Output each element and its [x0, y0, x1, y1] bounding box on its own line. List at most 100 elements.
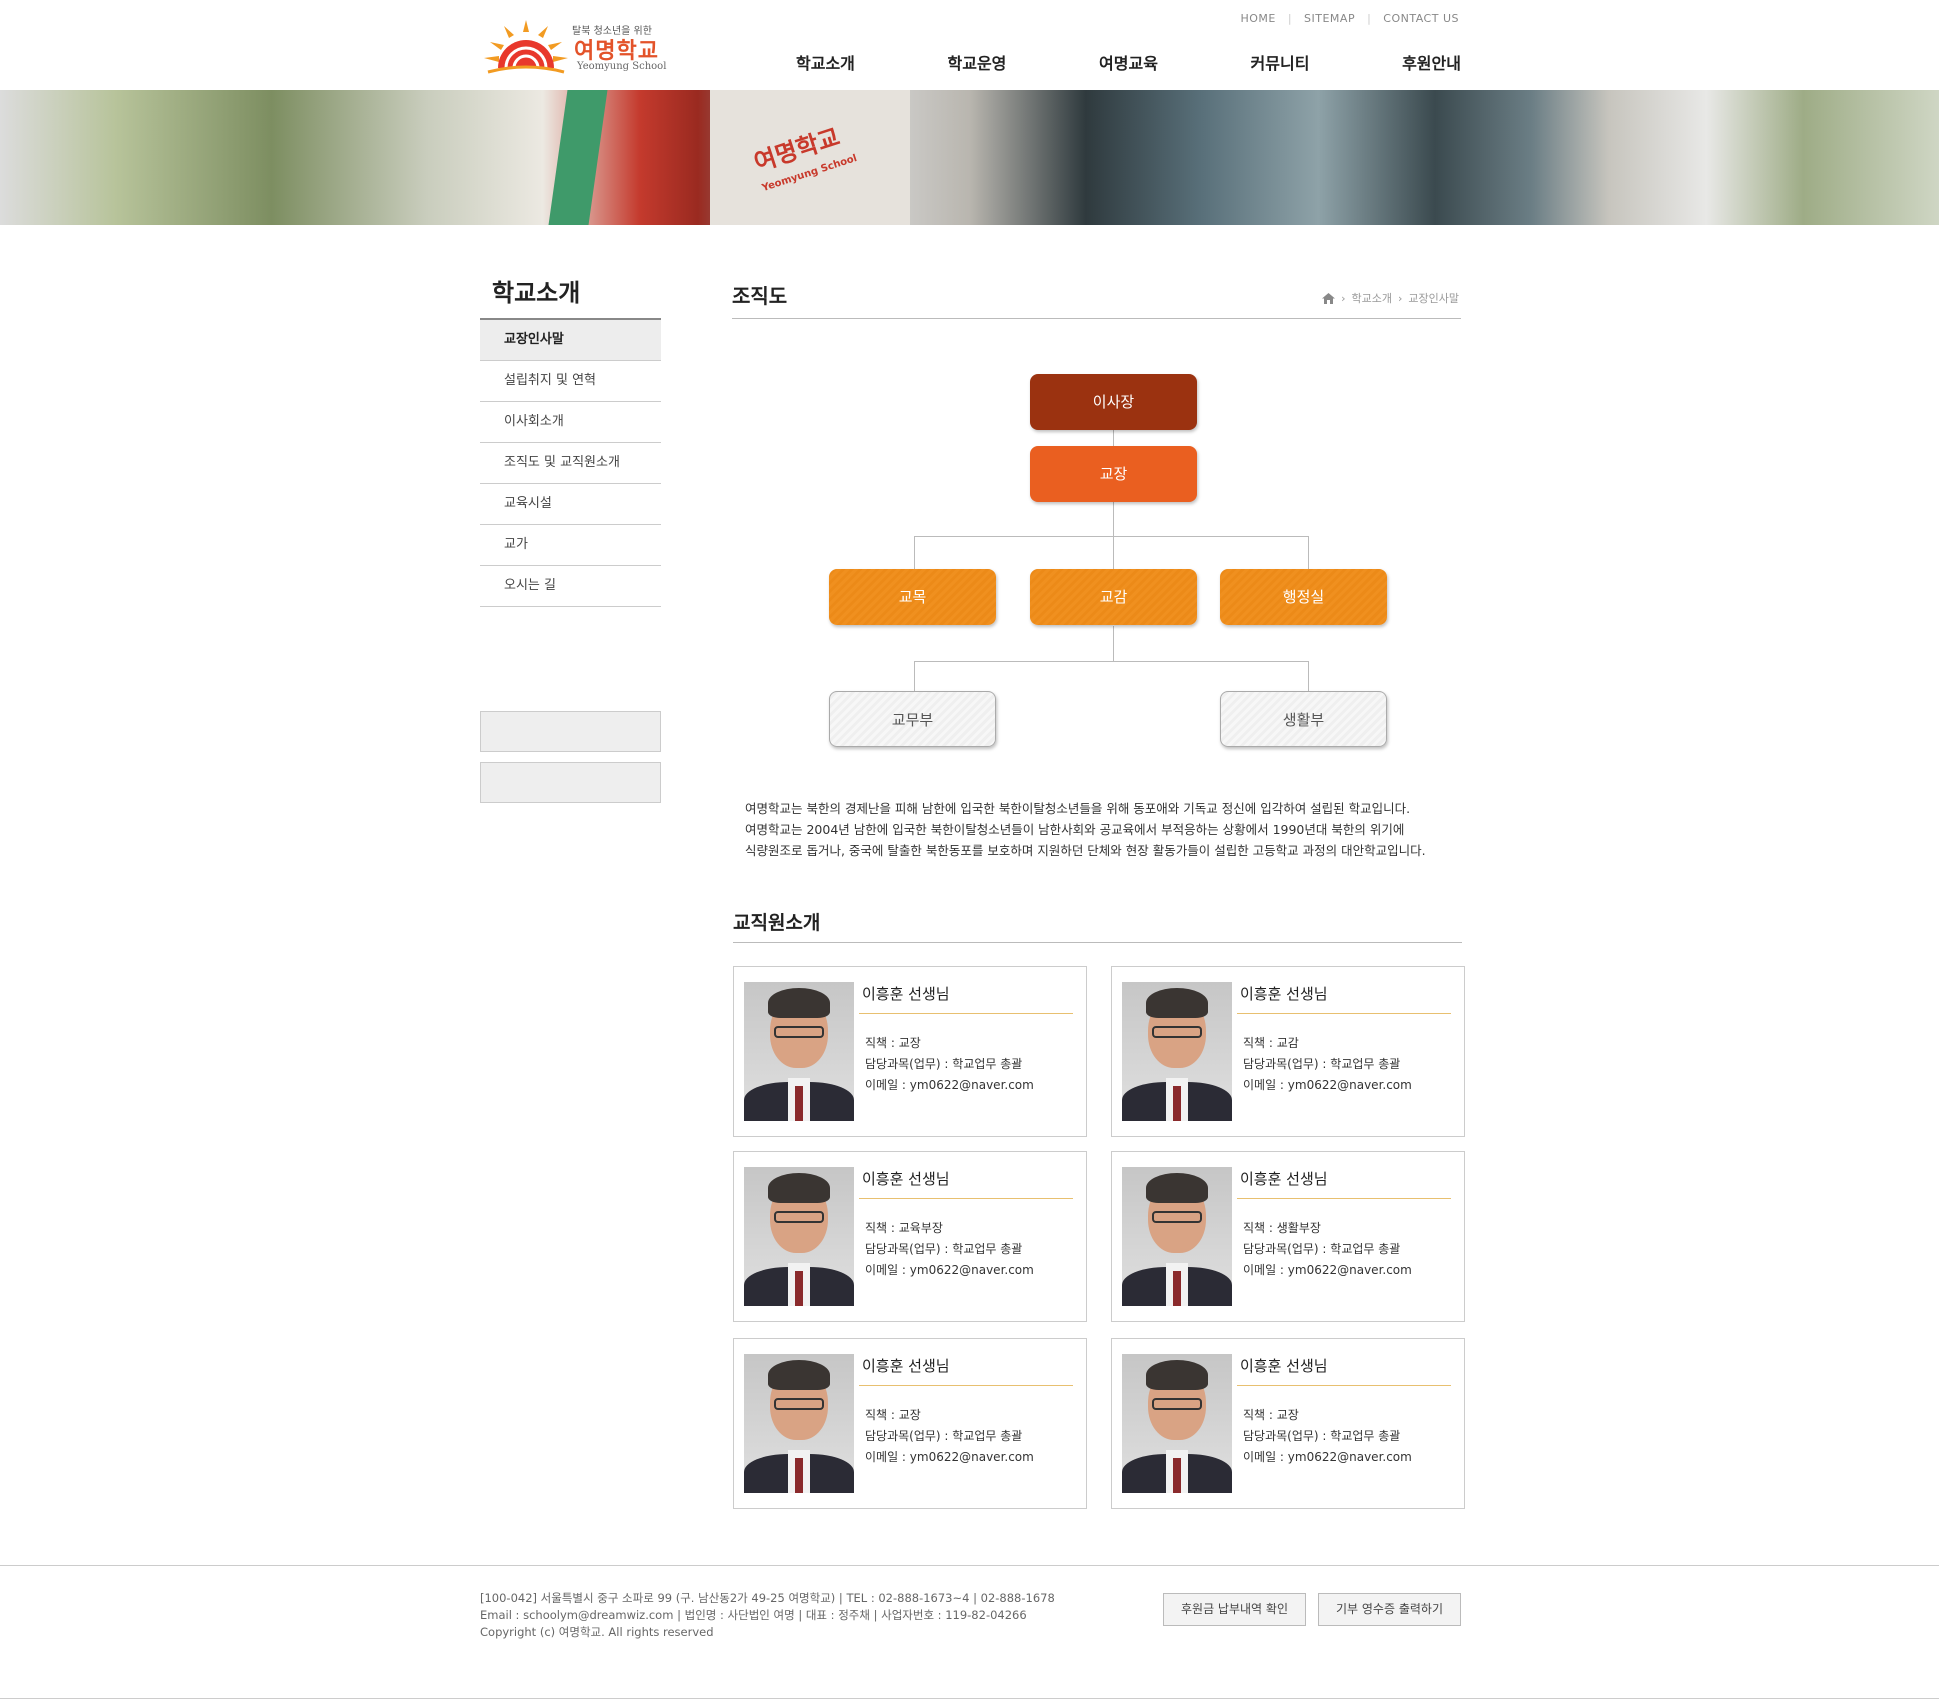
sidebar-item-directions[interactable]: 오시는 길 [480, 566, 661, 607]
staff-card: 이흥훈 선생님 직책 : 교육부장 담당과목(업무) : 학교업무 총괄 이메일… [733, 1151, 1087, 1322]
staff-photo [1122, 1167, 1232, 1306]
staff-subject: 담당과목(업무) : 학교업무 총괄 [865, 1242, 1023, 1256]
sidebar-item-school-song[interactable]: 교가 [480, 525, 661, 566]
staff-subject: 담당과목(업무) : 학교업무 총괄 [1243, 1429, 1401, 1443]
home-link[interactable]: HOME [1240, 12, 1275, 25]
staff-card: 이흥훈 선생님 직책 : 교장 담당과목(업무) : 학교업무 총괄 이메일 :… [733, 1338, 1087, 1509]
staff-email: 이메일 : ym0622@naver.com [1243, 1078, 1412, 1092]
breadcrumb: › 학교소개 › 교장인사말 [1322, 290, 1459, 306]
page-bottom-divider [0, 1698, 1939, 1699]
staff-name-divider [859, 1385, 1073, 1386]
staff-subject: 담당과목(업무) : 학교업무 총괄 [865, 1429, 1023, 1443]
staff-name: 이흥훈 선생님 [1240, 1357, 1328, 1375]
home-icon[interactable] [1322, 292, 1336, 304]
staff-role: 직책 : 생활부장 [1243, 1221, 1321, 1235]
staff-role: 직책 : 교감 [1243, 1036, 1299, 1050]
title-divider [732, 318, 1461, 319]
logo-english-name: Yeomyung School [577, 61, 667, 72]
footer-email: Email : schoolym@dreamwiz.com | 법인명 : 사단… [480, 1608, 1027, 1622]
footer-address: [100-042] 서울특별시 중구 소파로 99 (구. 남산동2가 49-2… [480, 1591, 1055, 1605]
donation-receipt-button[interactable]: 기부 영수증 출력하기 [1318, 1593, 1461, 1626]
staff-name: 이흥훈 선생님 [1240, 985, 1328, 1003]
staff-name-divider [859, 1198, 1073, 1199]
staff-name-divider [1237, 1385, 1451, 1386]
staff-photo [744, 1354, 854, 1493]
staff-name-divider [859, 1013, 1073, 1014]
org-node-chairman: 이사장 [1030, 374, 1197, 430]
sidebar-item-principal-greeting[interactable]: 교장인사말 [480, 320, 661, 361]
staff-section-title: 교직원소개 [733, 912, 821, 934]
sidebar-banner-box[interactable] [480, 762, 661, 803]
staff-info: 직책 : 교장 담당과목(업무) : 학교업무 총괄 이메일 : ym0622@… [1243, 1405, 1412, 1468]
org-connector [1308, 661, 1309, 691]
staff-card: 이흥훈 선생님 직책 : 교장 담당과목(업무) : 학교업무 총괄 이메일 :… [733, 966, 1087, 1137]
org-connector [1113, 626, 1114, 661]
staff-photo [1122, 982, 1232, 1121]
staff-subject: 담당과목(업무) : 학교업무 총괄 [1243, 1057, 1401, 1071]
sidebar-item-facilities[interactable]: 교육시설 [480, 484, 661, 525]
banner-green-sign [548, 90, 608, 225]
staff-subject: 담당과목(업무) : 학교업무 총괄 [865, 1057, 1023, 1071]
org-connector [914, 661, 1309, 662]
org-connector [914, 536, 915, 570]
org-node-academic-affairs: 교무부 [829, 691, 996, 747]
nav-item-school-intro[interactable]: 학교소개 [796, 50, 855, 74]
staff-role: 직책 : 교장 [1243, 1408, 1299, 1422]
org-connector [1308, 536, 1309, 570]
staff-email: 이메일 : ym0622@naver.com [865, 1450, 1034, 1464]
sitemap-link[interactable]: SITEMAP [1304, 12, 1355, 25]
nav-item-education[interactable]: 여명교육 [1099, 50, 1158, 74]
separator: | [1367, 12, 1372, 25]
staff-info: 직책 : 생활부장 담당과목(업무) : 학교업무 총괄 이메일 : ym062… [1243, 1218, 1412, 1281]
staff-name: 이흥훈 선생님 [862, 1357, 950, 1375]
sidebar-banner-box[interactable] [480, 711, 661, 752]
footer-info: [100-042] 서울특별시 중구 소파로 99 (구. 남산동2가 49-2… [480, 1590, 1055, 1641]
staff-name-divider [1237, 1198, 1451, 1199]
staff-email: 이메일 : ym0622@naver.com [865, 1263, 1034, 1277]
staff-email: 이메일 : ym0622@naver.com [1243, 1263, 1412, 1277]
sidebar-menu: 교장인사말 설립취지 및 연혁 이사회소개 조직도 및 교직원소개 교육시설 교… [480, 318, 661, 607]
main-navigation: 학교소개 학교운영 여명교육 커뮤니티 후원안내 [796, 50, 1461, 74]
description-line: 여명학교는 북한의 경제난을 피해 남한에 입국한 북한이탈청소년들을 위해 동… [745, 801, 1411, 816]
org-connector [914, 536, 1309, 537]
staff-card: 이흥훈 선생님 직책 : 교장 담당과목(업무) : 학교업무 총괄 이메일 :… [1111, 1338, 1465, 1509]
org-connector [914, 661, 915, 691]
staff-role: 직책 : 교장 [865, 1408, 921, 1422]
breadcrumb-item[interactable]: 교장인사말 [1408, 290, 1459, 306]
org-node-principal: 교장 [1030, 446, 1197, 502]
sidebar-item-history[interactable]: 설립취지 및 연혁 [480, 361, 661, 402]
staff-name-divider [1237, 1013, 1451, 1014]
staff-info: 직책 : 교육부장 담당과목(업무) : 학교업무 총괄 이메일 : ym062… [865, 1218, 1034, 1281]
contact-link[interactable]: CONTACT US [1383, 12, 1459, 25]
sidebar-title: 학교소개 [492, 279, 581, 307]
nav-item-community[interactable]: 커뮤니티 [1251, 50, 1310, 74]
nav-item-support[interactable]: 후원안내 [1402, 50, 1461, 74]
org-node-chaplain: 교목 [829, 569, 996, 625]
description-line: 식량원조로 돕거나, 중국에 탈출한 북한동포를 보호하며 지원하던 단체와 현… [745, 843, 1426, 858]
description-line: 여명학교는 2004년 남한에 입국한 북한이탈청소년들이 남한사회와 공교육에… [745, 822, 1405, 837]
chevron-right-icon: › [1397, 291, 1403, 305]
staff-photo [1122, 1354, 1232, 1493]
staff-section-divider [733, 942, 1462, 943]
staff-role: 직책 : 교육부장 [865, 1221, 943, 1235]
breadcrumb-item[interactable]: 학교소개 [1352, 290, 1392, 306]
site-header: 탈북 청소년을 위한 여명학교 Yeomyung School HOME | S… [0, 0, 1939, 90]
staff-info: 직책 : 교감 담당과목(업무) : 학교업무 총괄 이메일 : ym0622@… [1243, 1033, 1412, 1096]
staff-name: 이흥훈 선생님 [862, 1170, 950, 1188]
utility-links: HOME | SITEMAP | CONTACT US [1240, 12, 1459, 25]
chevron-right-icon: › [1341, 291, 1346, 305]
staff-name: 이흥훈 선생님 [862, 985, 950, 1003]
staff-info: 직책 : 교장 담당과목(업무) : 학교업무 총괄 이메일 : ym0622@… [865, 1405, 1034, 1468]
site-logo[interactable]: 탈북 청소년을 위한 여명학교 Yeomyung School [482, 18, 682, 78]
staff-subject: 담당과목(업무) : 학교업무 총괄 [1243, 1242, 1401, 1256]
sidebar-item-organization[interactable]: 조직도 및 교직원소개 [480, 443, 661, 484]
sidebar-item-board[interactable]: 이사회소개 [480, 402, 661, 443]
footer-copyright: Copyright (c) 여명학교. All rights reserved [480, 1625, 714, 1639]
org-node-admin-office: 행정실 [1220, 569, 1387, 625]
nav-item-school-operation[interactable]: 학교운영 [948, 50, 1007, 74]
org-node-student-life: 생활부 [1220, 691, 1387, 747]
donation-history-button[interactable]: 후원금 납부내역 확인 [1163, 1593, 1306, 1626]
staff-photo [744, 1167, 854, 1306]
sun-logo-icon [484, 20, 568, 74]
staff-card: 이흥훈 선생님 직책 : 교감 담당과목(업무) : 학교업무 총괄 이메일 :… [1111, 966, 1465, 1137]
